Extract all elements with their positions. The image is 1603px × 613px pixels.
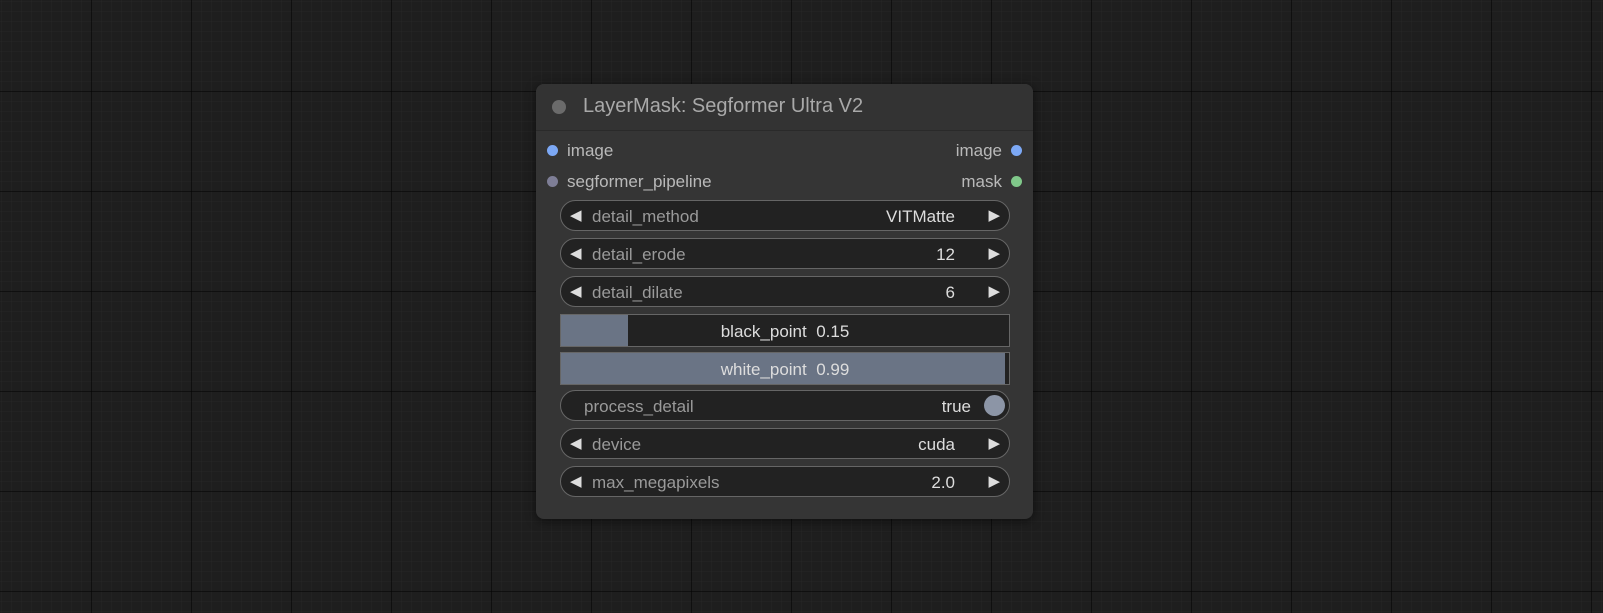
detail-method-label: detail_method: [592, 207, 699, 226]
device-value: cuda: [918, 435, 955, 454]
detail-method-value: VITMatte: [886, 207, 955, 226]
output-image-slot-icon[interactable]: [1011, 145, 1022, 156]
black-point-label: black_point: [720, 322, 807, 341]
slot-row-2: segformer_pipeline mask: [536, 168, 1033, 196]
decrement-arrow-icon[interactable]: ◀: [570, 207, 582, 224]
increment-arrow-icon[interactable]: ▶: [988, 473, 1000, 490]
detail-dilate-value: 6: [945, 283, 955, 302]
increment-arrow-icon[interactable]: ▶: [988, 435, 1000, 452]
detail-erode-label: detail_erode: [592, 245, 686, 264]
detail-erode-value: 12: [936, 245, 955, 264]
output-mask-slot-icon[interactable]: [1011, 176, 1022, 187]
white-point-label: white_point: [720, 360, 807, 379]
decrement-arrow-icon[interactable]: ◀: [570, 283, 582, 300]
decrement-arrow-icon[interactable]: ◀: [570, 245, 582, 262]
node-title-bar[interactable]: LayerMask: Segformer Ultra V2: [536, 84, 1033, 131]
detail-dilate-label: detail_dilate: [592, 283, 683, 302]
input-image-label: image: [567, 141, 614, 160]
detail-dilate-number[interactable]: ◀ detail_dilate 6 ▶: [560, 276, 1010, 307]
white-point-slider[interactable]: white_point 0.99: [560, 352, 1010, 385]
max-megapixels-label: max_megapixels: [592, 473, 720, 492]
white-point-value: 0.99: [816, 360, 850, 379]
max-megapixels-value: 2.0: [931, 473, 955, 492]
detail-method-combo[interactable]: ◀ detail_method VITMatte ▶: [560, 200, 1010, 231]
device-combo[interactable]: ◀ device cuda ▶: [560, 428, 1010, 459]
increment-arrow-icon[interactable]: ▶: [988, 207, 1000, 224]
black-point-slider[interactable]: black_point 0.15: [560, 314, 1010, 347]
detail-erode-number[interactable]: ◀ detail_erode 12 ▶: [560, 238, 1010, 269]
decrement-arrow-icon[interactable]: ◀: [570, 435, 582, 452]
collapse-dot-icon[interactable]: [552, 100, 566, 114]
input-segformer-pipeline-label: segformer_pipeline: [567, 172, 712, 191]
process-detail-label: process_detail: [584, 397, 694, 416]
input-image-slot-icon[interactable]: [547, 145, 558, 156]
slot-row-1: image image: [536, 137, 1033, 165]
process-detail-value: true: [941, 397, 971, 416]
increment-arrow-icon[interactable]: ▶: [988, 245, 1000, 262]
node-title: LayerMask: Segformer Ultra V2: [583, 95, 864, 117]
toggle-knob-icon[interactable]: [984, 395, 1005, 416]
black-point-value: 0.15: [816, 322, 850, 341]
process-detail-toggle[interactable]: process_detail true: [560, 390, 1010, 421]
max-megapixels-number[interactable]: ◀ max_megapixels 2.0 ▶: [560, 466, 1010, 497]
increment-arrow-icon[interactable]: ▶: [988, 283, 1000, 300]
black-point-slider-text: black_point 0.15: [561, 322, 1009, 342]
decrement-arrow-icon[interactable]: ◀: [570, 473, 582, 490]
white-point-slider-text: white_point 0.99: [561, 360, 1009, 380]
output-mask-label: mask: [961, 172, 1002, 191]
input-segformer-pipeline-slot-icon[interactable]: [547, 176, 558, 187]
graph-canvas[interactable]: LayerMask: Segformer Ultra V2 image imag…: [0, 0, 1603, 613]
segformer-ultra-node[interactable]: LayerMask: Segformer Ultra V2 image imag…: [536, 84, 1033, 519]
device-label: device: [592, 435, 642, 454]
output-image-label: image: [955, 141, 1002, 160]
